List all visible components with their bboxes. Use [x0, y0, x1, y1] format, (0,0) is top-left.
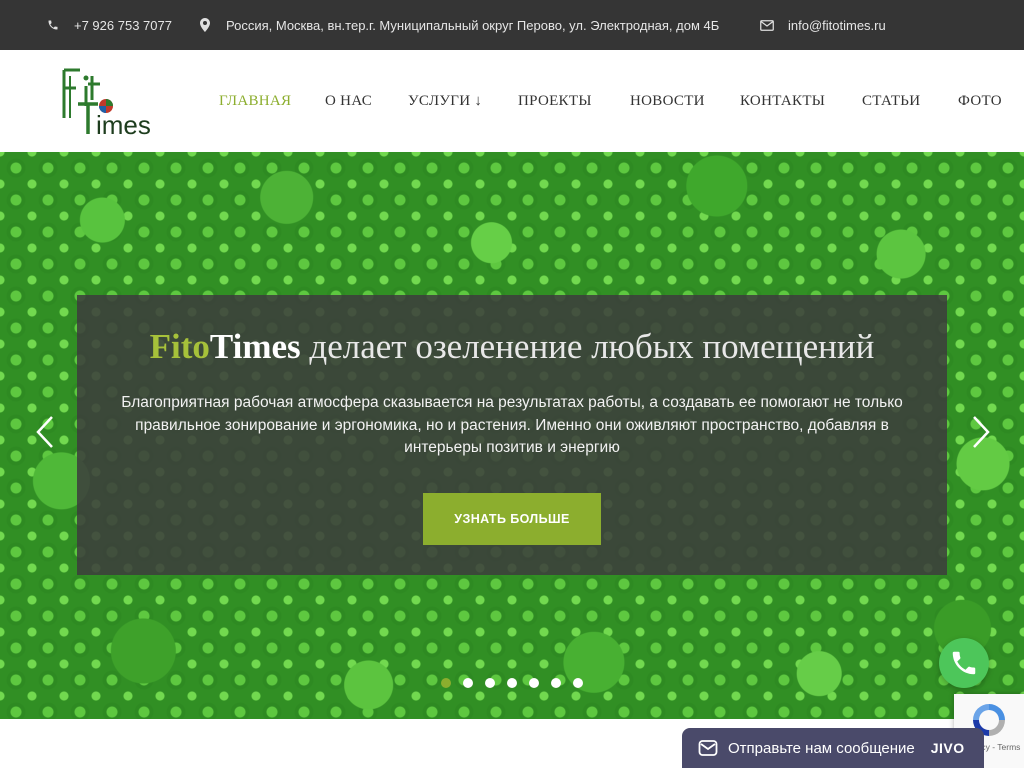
hero-description: Благоприятная рабочая атмосфера сказывае… [121, 394, 903, 456]
nav-contacts[interactable]: КОНТАКТЫ [740, 50, 825, 152]
address-contact: Россия, Москва, вн.тер.г. Муниципальный … [198, 0, 719, 50]
hero-slider: FitoTimes делает озеленение любых помеще… [0, 152, 1024, 719]
slider-dot[interactable] [551, 678, 561, 688]
hero-brand-times: Times [209, 327, 301, 366]
hero-title: FitoTimes делает озеленение любых помеще… [77, 327, 947, 367]
slider-dot[interactable] [507, 678, 517, 688]
jivo-label[interactable]: Отправьте нам сообщение [728, 740, 915, 757]
slider-pagination [441, 678, 583, 688]
top-bar: +7 926 753 7077 Россия, Москва, вн.тер.г… [0, 0, 1024, 50]
hero-brand-fito: Fito [149, 327, 210, 366]
nav-home[interactable]: ГЛАВНАЯ [219, 50, 291, 152]
nav-articles[interactable]: СТАТЬИ [862, 50, 920, 152]
nav-services[interactable]: УСЛУГИ ↓ [408, 50, 482, 152]
map-marker-icon [198, 18, 212, 32]
phone-contact[interactable]: +7 926 753 7077 [46, 0, 172, 50]
slider-dot[interactable] [529, 678, 539, 688]
chevron-left-icon [36, 416, 53, 448]
slider-dot[interactable] [485, 678, 495, 688]
address-text: Россия, Москва, вн.тер.г. Муниципальный … [226, 17, 720, 33]
phone-icon [46, 18, 60, 32]
nav-projects[interactable]: ПРОЕКТЫ [518, 50, 592, 152]
slider-dot[interactable] [573, 678, 583, 688]
site-header: imes ГЛАВНАЯ О НАС УСЛУГИ ↓ ПРОЕКТЫ НОВО… [0, 50, 1024, 152]
hero-caption-box: FitoTimes делает озеленение любых помеще… [77, 295, 947, 575]
jivo-brand: JIVO [930, 740, 965, 756]
envelope-icon [760, 18, 774, 32]
chat-envelope-icon [698, 740, 718, 756]
main-nav: ГЛАВНАЯ О НАС УСЛУГИ ↓ ПРОЕКТЫ НОВОСТИ К… [0, 50, 1024, 152]
slider-dot[interactable] [463, 678, 473, 688]
whatsapp-button[interactable] [939, 638, 989, 688]
email-text[interactable]: info@fitotimes.ru [788, 18, 886, 33]
phone-handset-icon [952, 651, 976, 675]
nav-about[interactable]: О НАС [325, 50, 372, 152]
chevron-right-icon [973, 416, 990, 448]
phone-text[interactable]: +7 926 753 7077 [74, 18, 172, 33]
nav-photo[interactable]: ФОТО [958, 50, 1002, 152]
nav-news[interactable]: НОВОСТИ [630, 50, 705, 152]
hero-title-rest: делает озеленение любых помещений [300, 327, 875, 366]
jivo-chat-widget[interactable]: Отправьте нам сообщение JIVO [682, 728, 984, 768]
slider-next-button[interactable] [966, 407, 996, 457]
slider-prev-button[interactable] [30, 407, 60, 457]
learn-more-button[interactable]: УЗНАТЬ БОЛЬШЕ [423, 493, 601, 545]
email-contact[interactable]: info@fitotimes.ru [760, 0, 886, 50]
slider-dot[interactable] [441, 678, 451, 688]
